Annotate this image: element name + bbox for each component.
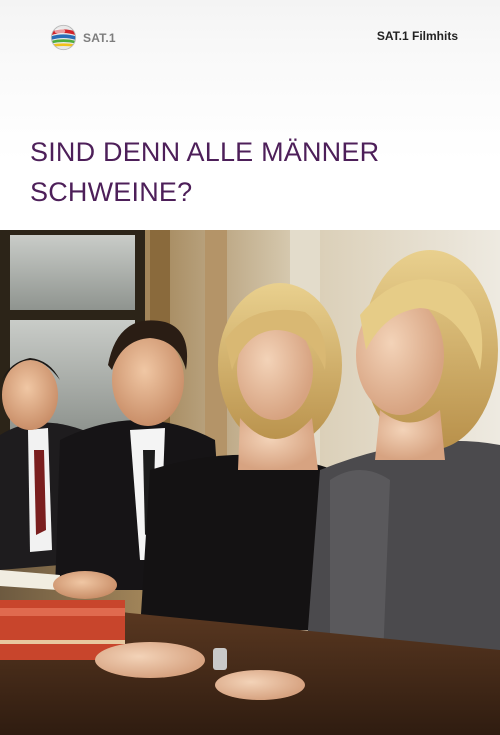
movie-title-line-1: SIND DENN ALLE MÄNNER <box>30 137 380 167</box>
sat1-logo: SAT.1 <box>50 24 116 51</box>
sat1-ball-logo-icon <box>50 24 77 51</box>
cast-photo <box>0 230 500 735</box>
movie-poster: SAT.1 SAT.1 Filmhits SIND DENN ALLE MÄNN… <box>0 0 500 735</box>
movie-title-line-2: SCHWEINE? <box>30 177 193 207</box>
sat1-brand-label: SAT.1 <box>83 30 116 45</box>
filmhits-brand-label: SAT.1 Filmhits <box>376 29 458 43</box>
movie-title: SIND DENN ALLE MÄNNER SCHWEINE? <box>30 132 470 212</box>
poster-header: SAT.1 SAT.1 Filmhits SIND DENN ALLE MÄNN… <box>0 0 500 230</box>
